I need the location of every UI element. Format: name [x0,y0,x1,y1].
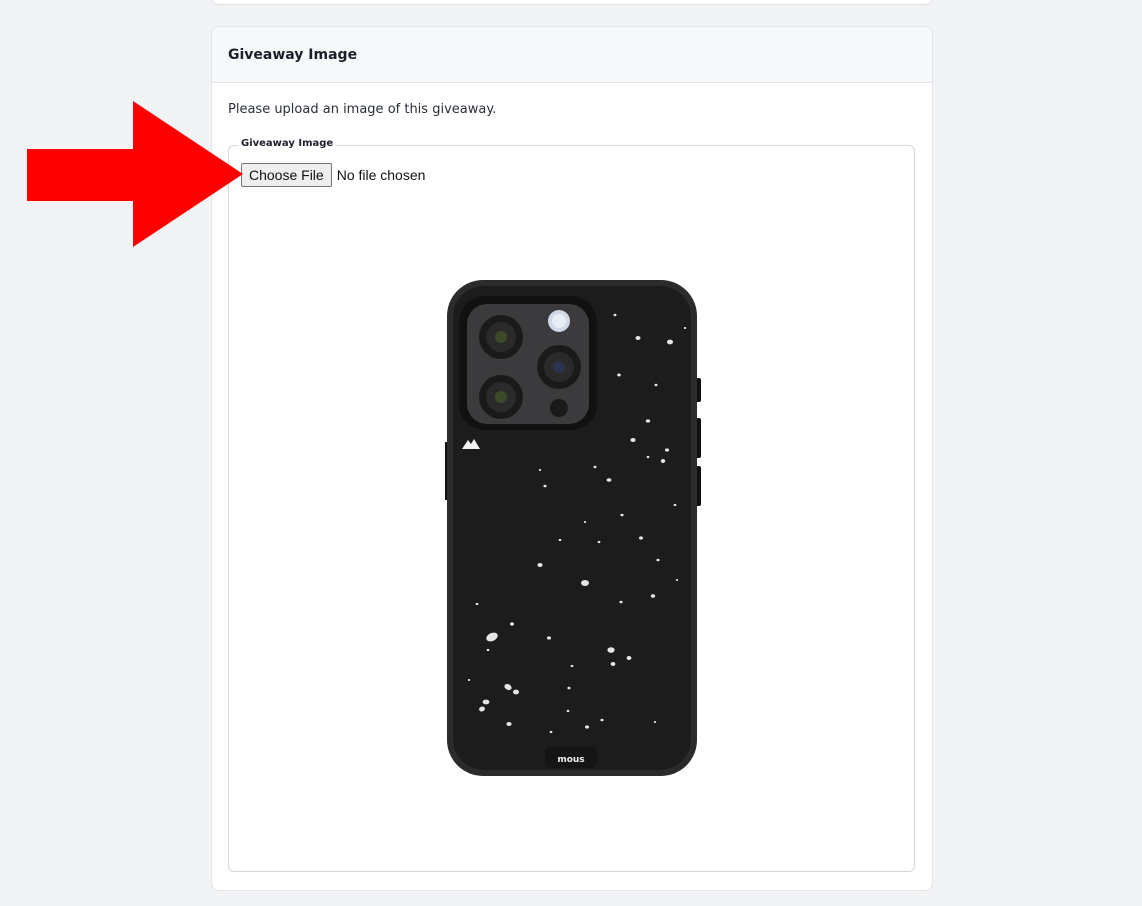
giveaway-image-card: Giveaway Image Please upload an image of… [211,26,933,891]
camera-flash-inner [552,314,566,328]
camera-sensor [550,399,568,417]
file-input[interactable]: Choose File No file chosen [241,163,425,187]
card-description: Please upload an image of this giveaway. [228,102,497,117]
fieldset-legend: Giveaway Image [238,138,337,149]
camera-lens-core [553,361,565,373]
brand-mark: mous [557,755,584,765]
giveaway-image-preview: mous [445,280,701,776]
arrow-shape [27,101,243,247]
previous-card [211,0,933,5]
page: Giveaway Image Please upload an image of… [0,0,1142,906]
choose-file-button[interactable]: Choose File [241,163,332,187]
arrow-right-icon [27,101,243,247]
image-upload-fieldset: Giveaway Image Choose File No file chose… [228,138,915,872]
camera-lens-core [495,391,507,403]
camera-lens-core [495,331,507,343]
card-title: Giveaway Image [228,46,358,63]
file-status: No file chosen [336,167,426,183]
card-header: Giveaway Image [212,27,932,83]
